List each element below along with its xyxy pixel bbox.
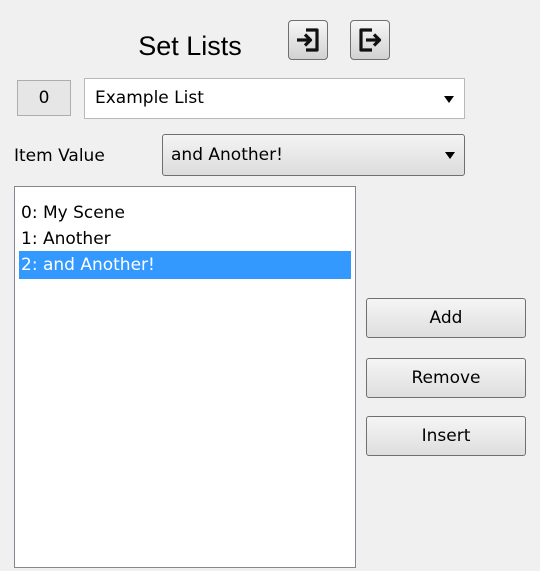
item-value-dropdown-value: and Another! xyxy=(171,145,283,165)
chevron-down-icon xyxy=(445,152,455,159)
list-item-selected[interactable]: 2: and Another! xyxy=(19,251,351,279)
panel-title: Set Lists xyxy=(138,31,242,61)
item-value-label: Item Value xyxy=(14,146,105,166)
list-item[interactable]: 1: Another xyxy=(19,225,351,253)
remove-button[interactable]: Remove xyxy=(366,358,526,398)
chevron-down-icon xyxy=(444,96,454,103)
set-list-dropdown[interactable]: Example List xyxy=(84,78,465,119)
export-button[interactable] xyxy=(350,20,390,60)
list-index-field[interactable]: 0 xyxy=(17,80,71,116)
set-lists-panel: Set Lists 0 Example List Item Value and … xyxy=(0,0,540,571)
item-value-dropdown[interactable]: and Another! xyxy=(162,134,465,176)
import-button[interactable] xyxy=(288,20,328,60)
add-button[interactable]: Add xyxy=(366,298,526,338)
items-listbox[interactable]: 0: My Scene 1: Another 2: and Another! xyxy=(14,186,356,568)
export-icon xyxy=(359,28,382,52)
set-list-dropdown-value: Example List xyxy=(95,88,204,108)
list-item[interactable]: 0: My Scene xyxy=(19,199,351,227)
import-icon xyxy=(297,28,319,52)
insert-button[interactable]: Insert xyxy=(366,416,526,456)
